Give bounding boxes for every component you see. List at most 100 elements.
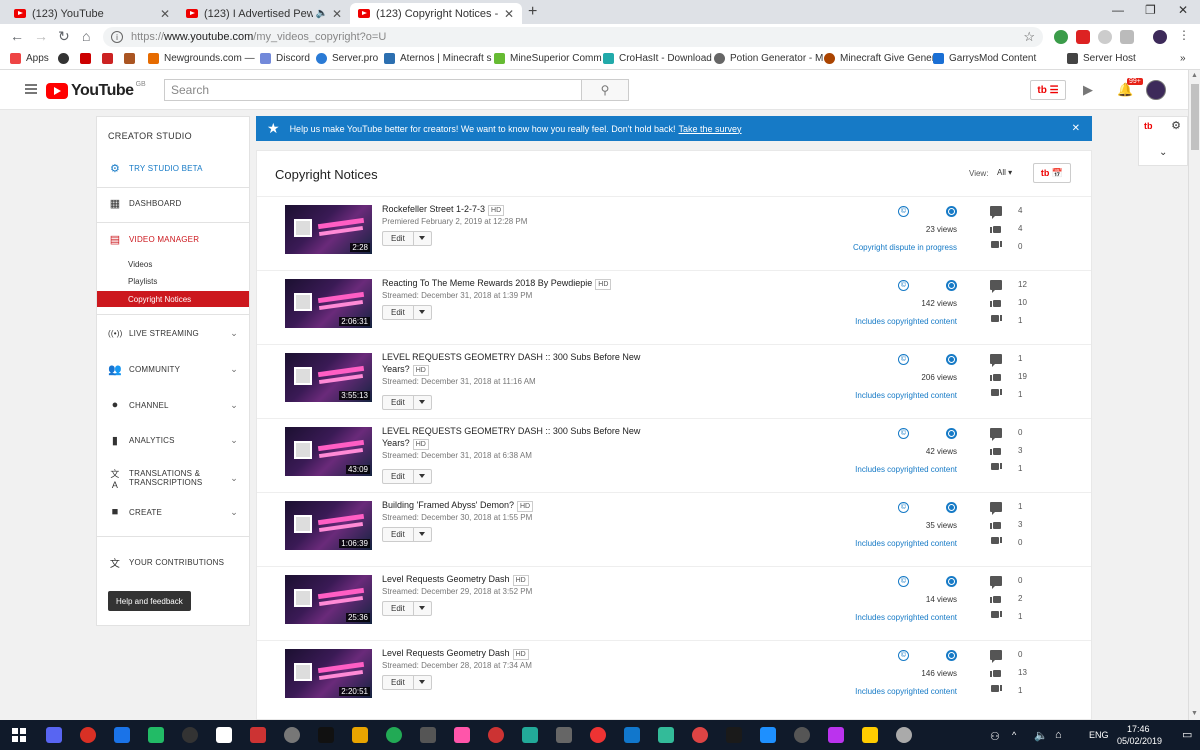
bookmark-aternos[interactable]: Aternos | Minecraft s xyxy=(384,53,492,64)
taskbar-app-icon[interactable] xyxy=(488,727,504,743)
tab-close-icon[interactable]: ✕ xyxy=(332,7,342,21)
tray-chevron-up-icon[interactable]: ^ xyxy=(1012,730,1016,740)
public-globe-icon[interactable] xyxy=(946,428,957,439)
gear-icon[interactable]: ⚙ xyxy=(1171,119,1181,132)
tubebuddy-extension-icon[interactable] xyxy=(1076,30,1090,44)
bookmark-newgrounds[interactable]: Newgrounds.com — xyxy=(148,53,255,64)
chevron-down-icon[interactable]: ⌄ xyxy=(230,435,238,446)
extension-icon[interactable] xyxy=(1120,30,1134,44)
copyright-status-link[interactable]: Includes copyrighted content xyxy=(797,613,957,622)
taskbar-app-icon[interactable] xyxy=(556,727,572,743)
taskbar-app-icon[interactable] xyxy=(658,727,674,743)
caret-down-icon[interactable] xyxy=(419,236,425,240)
video-thumbnail[interactable]: 1:06:39 xyxy=(285,501,372,550)
copyright-icon[interactable]: © xyxy=(898,428,909,439)
video-thumbnail[interactable]: 3:55:13 xyxy=(285,353,372,402)
taskbar-app-icon[interactable] xyxy=(828,727,844,743)
taskbar-app-icon[interactable] xyxy=(454,727,470,743)
copyright-status-link[interactable]: Includes copyrighted content xyxy=(797,391,957,400)
bookmark-potion-generator[interactable]: Potion Generator - M xyxy=(714,53,823,64)
bookmark[interactable] xyxy=(102,53,118,64)
bookmark-apps[interactable]: Apps xyxy=(10,53,49,64)
taskbar-app-icon[interactable] xyxy=(352,727,368,743)
audio-playing-icon[interactable]: 🔈 xyxy=(315,8,327,19)
taskbar-app-icon[interactable] xyxy=(80,727,96,743)
forward-button[interactable]: → xyxy=(34,28,48,44)
taskbar-app-icon[interactable] xyxy=(420,727,436,743)
tubebuddy-menu-button[interactable]: tb ☰ xyxy=(1030,80,1066,100)
taskbar-app-icon[interactable] xyxy=(114,727,130,743)
upload-video-icon[interactable]: ▶ xyxy=(1083,82,1093,98)
youtube-logo[interactable]: YouTube GB xyxy=(46,81,146,100)
tubebuddy-schedule-button[interactable]: tb 📅 xyxy=(1033,163,1071,183)
sidebar-item-create[interactable]: ■ CREATE ⌄ xyxy=(97,502,249,522)
people-icon[interactable]: ⚇ xyxy=(990,730,1000,743)
sidebar-item-video-manager[interactable]: ▤ VIDEO MANAGER xyxy=(97,229,249,249)
copyright-icon[interactable]: © xyxy=(898,280,909,291)
caret-down-icon[interactable] xyxy=(419,310,425,314)
video-thumbnail[interactable]: 2:28 xyxy=(285,205,372,254)
copyright-icon[interactable]: © xyxy=(898,650,909,661)
taskbar-app-icon[interactable] xyxy=(284,727,300,743)
bookmark[interactable] xyxy=(124,53,140,64)
browser-menu-icon[interactable]: ⋮ xyxy=(1178,28,1192,42)
taskbar-app-icon[interactable] xyxy=(590,727,606,743)
copyright-icon[interactable]: © xyxy=(898,502,909,513)
taskbar-app-icon[interactable] xyxy=(148,727,164,743)
taskbar-app-icon[interactable] xyxy=(794,727,810,743)
account-avatar[interactable] xyxy=(1146,80,1166,100)
chevron-down-icon[interactable]: ⌄ xyxy=(1159,147,1167,158)
sidebar-subitem-copyright-notices[interactable]: Copyright Notices xyxy=(97,291,249,307)
public-globe-icon[interactable] xyxy=(946,650,957,661)
public-globe-icon[interactable] xyxy=(946,354,957,365)
sidebar-item-analytics[interactable]: ▮ ANALYTICS ⌄ xyxy=(97,430,249,450)
chevron-down-icon[interactable]: ⌄ xyxy=(230,364,238,375)
tab-close-icon[interactable]: ✕ xyxy=(160,7,170,21)
video-thumbnail[interactable]: 2:20:51 xyxy=(285,649,372,698)
video-title-link[interactable]: LEVEL REQUESTS GEOMETRY DASH :: 300 Subs… xyxy=(382,425,642,450)
sidebar-item-channel[interactable]: ● CHANNEL ⌄ xyxy=(97,395,249,415)
search-button[interactable]: ⚲ xyxy=(581,79,629,101)
taskbar-app-icon[interactable] xyxy=(692,727,708,743)
bookmark-star-icon[interactable]: ☆ xyxy=(1023,29,1035,45)
taskbar-app-icon[interactable] xyxy=(318,727,334,743)
edit-video-button[interactable]: Edit xyxy=(382,675,432,690)
bookmark-minesuperior[interactable]: MineSuperior Comm xyxy=(494,53,602,64)
taskbar-app-icon[interactable] xyxy=(624,727,640,743)
page-scrollbar[interactable]: ▲ ▼ xyxy=(1188,70,1200,720)
scrollbar-thumb[interactable] xyxy=(1191,84,1199,150)
bookmark-minecraft-give[interactable]: Minecraft Give Gener xyxy=(824,53,935,64)
edit-video-button[interactable]: Edit xyxy=(382,601,432,616)
video-title-link[interactable]: Reacting To The Meme Rewards 2018 By Pew… xyxy=(382,277,642,290)
extension-icon[interactable] xyxy=(1098,30,1112,44)
bookmarks-overflow-button[interactable]: » xyxy=(1180,53,1186,64)
extension-icon[interactable] xyxy=(1054,30,1068,44)
sidebar-item-your-contributions[interactable]: 文 YOUR CONTRIBUTIONS xyxy=(97,552,249,572)
taskbar-app-icon[interactable] xyxy=(862,727,878,743)
edit-video-button[interactable]: Edit xyxy=(382,527,432,542)
sidebar-item-live-streaming[interactable]: ((•)) LIVE STREAMING ⌄ xyxy=(97,323,249,343)
search-input[interactable]: Search xyxy=(164,79,582,101)
taskbar-app-icon[interactable] xyxy=(182,727,198,743)
taskbar-app-icon[interactable] xyxy=(250,727,266,743)
chevron-down-icon[interactable]: ⌄ xyxy=(230,473,238,484)
caret-down-icon[interactable] xyxy=(419,474,425,478)
bookmark-crohasit[interactable]: CroHasIt - Download xyxy=(603,53,712,64)
sidebar-item-translations[interactable]: 文A TRANSLATIONS & TRANSCRIPTIONS ⌄ xyxy=(97,466,249,490)
minimize-window-button[interactable]: — xyxy=(1112,3,1124,17)
edit-video-button[interactable]: Edit xyxy=(382,469,432,484)
chevron-down-icon[interactable]: ⌄ xyxy=(230,328,238,339)
caret-down-icon[interactable] xyxy=(419,400,425,404)
video-title-link[interactable]: Building 'Framed Abyss' Demon? HD xyxy=(382,499,642,512)
browser-tab-active[interactable]: (123) Copyright Notices - YouTube ✕ xyxy=(350,3,522,24)
tab-close-icon[interactable]: ✕ xyxy=(504,7,514,21)
sidebar-item-dashboard[interactable]: ▦ DASHBOARD xyxy=(97,193,249,213)
public-globe-icon[interactable] xyxy=(946,576,957,587)
site-info-icon[interactable]: i xyxy=(111,31,123,43)
network-icon[interactable]: ⌂ xyxy=(1055,729,1062,741)
video-title-link[interactable]: Level Requests Geometry Dash HD xyxy=(382,647,642,660)
caret-down-icon[interactable] xyxy=(419,532,425,536)
copyright-status-link[interactable]: Includes copyrighted content xyxy=(797,539,957,548)
video-thumbnail[interactable]: 43:09 xyxy=(285,427,372,476)
action-center-icon[interactable]: ▭ xyxy=(1182,728,1192,741)
